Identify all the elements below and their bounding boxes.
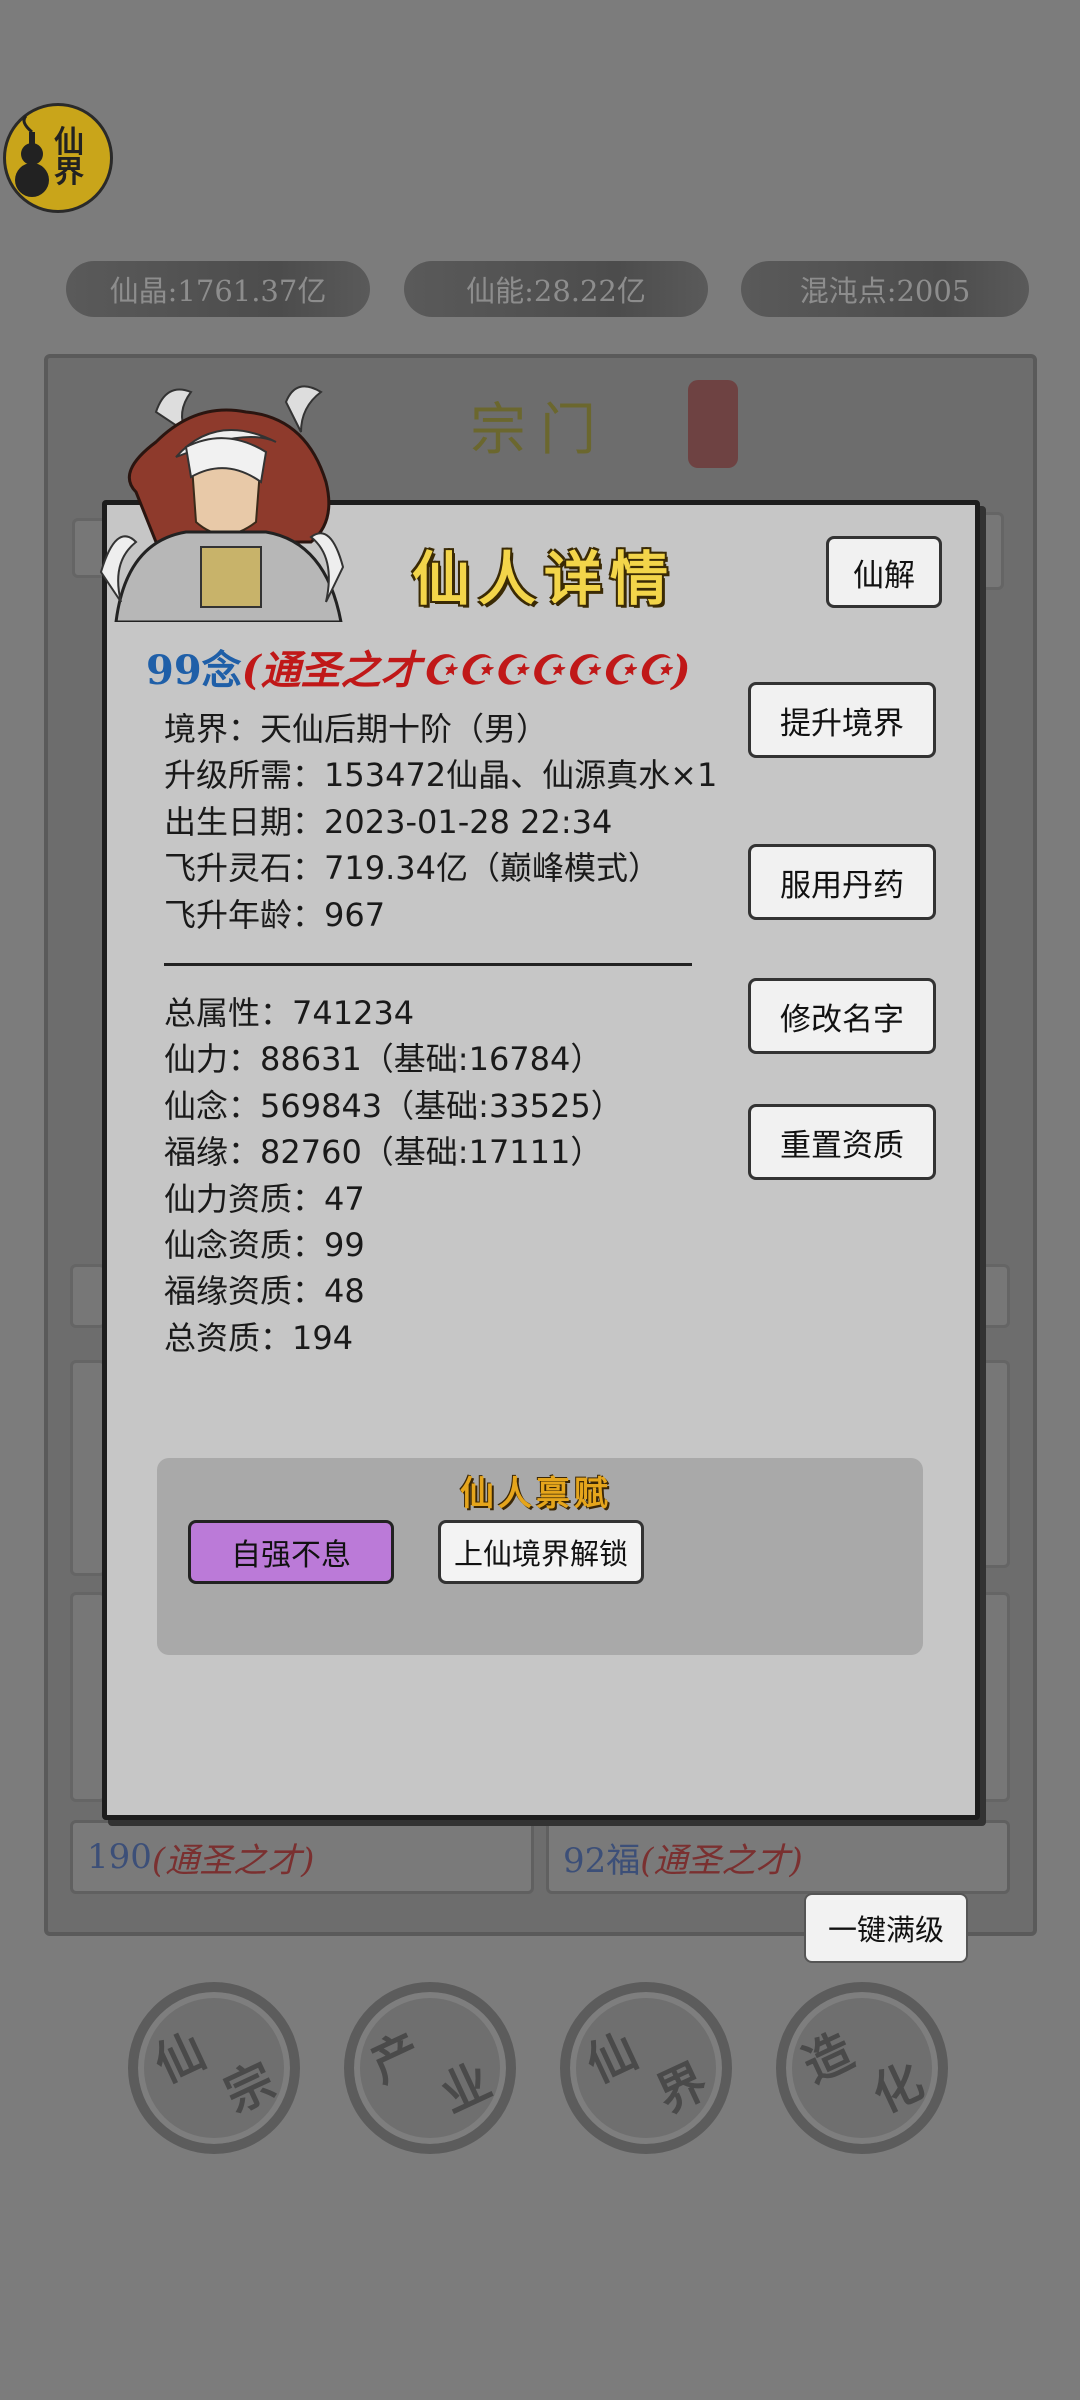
talent-locked-badge[interactable]: 上仙境界解锁 bbox=[438, 1520, 644, 1584]
dismiss-immortal-button[interactable]: 仙解 bbox=[826, 536, 942, 608]
take-pill-button[interactable]: 服用丹药 bbox=[748, 844, 936, 920]
nav-realm-button[interactable]: 仙界 bbox=[560, 1982, 732, 2154]
card-aptitude: (通圣之才) bbox=[151, 1840, 315, 1881]
sect-title: 宗门 bbox=[470, 398, 610, 463]
nav-char: 产 bbox=[362, 2023, 430, 2095]
ascension-age-row: 飞升年龄：967 bbox=[164, 895, 386, 934]
background-card bbox=[70, 1360, 106, 1576]
nav-char: 造 bbox=[794, 2023, 862, 2095]
resource-chaos-points: 混沌点:2005 bbox=[741, 261, 1029, 317]
talent-title: 仙人禀赋 bbox=[460, 1474, 612, 1514]
nav-char: 仙 bbox=[146, 2023, 214, 2095]
nav-sect-button[interactable]: 仙宗 bbox=[128, 1982, 300, 2154]
talent-active-badge[interactable]: 自强不息 bbox=[188, 1520, 394, 1584]
mind-aptitude-row: 仙念资质：99 bbox=[164, 1225, 365, 1264]
power-row: 仙力：88631（基础:16784） bbox=[164, 1040, 603, 1079]
realm-badge-label: 仙界 bbox=[54, 125, 84, 190]
card-number: 92福 bbox=[563, 1840, 641, 1881]
power-aptitude-row: 仙力资质：47 bbox=[164, 1179, 365, 1218]
card-number: 190 bbox=[87, 1837, 152, 1877]
background-card bbox=[70, 1264, 106, 1328]
nav-char: 仙 bbox=[578, 2023, 646, 2095]
divider bbox=[164, 963, 692, 966]
calabash-icon bbox=[15, 114, 49, 197]
immortal-info-list: 境界：天仙后期十阶（男） 升级所需：153472仙晶、仙源真水×1 出生日期：2… bbox=[164, 706, 724, 938]
seal-icon bbox=[688, 380, 738, 468]
nav-char: 业 bbox=[432, 2053, 500, 2125]
total-aptitude-row: 总资质：194 bbox=[164, 1318, 354, 1357]
immortal-card[interactable]: 190 (通圣之才) bbox=[70, 1820, 534, 1894]
upgrade-cost-row: 升级所需：153472仙晶、仙源真水×1 bbox=[164, 756, 718, 795]
resource-immortal-energy: 仙能:28.22亿 bbox=[404, 261, 708, 317]
nav-char: 宗 bbox=[216, 2053, 284, 2125]
immortal-aptitude-label: (通圣之才☪☪☪☪☪☪☪) bbox=[241, 647, 691, 694]
nav-char: 化 bbox=[864, 2053, 932, 2125]
background-card bbox=[70, 1592, 106, 1802]
fortune-aptitude-row: 福缘资质：48 bbox=[164, 1272, 365, 1311]
immortal-name-number: 99念 bbox=[146, 647, 242, 694]
reset-aptitude-button[interactable]: 重置资质 bbox=[748, 1104, 936, 1180]
nav-creation-button[interactable]: 造化 bbox=[776, 1982, 948, 2154]
rename-button[interactable]: 修改名字 bbox=[748, 978, 936, 1054]
nav-industry-button[interactable]: 产业 bbox=[344, 1982, 516, 2154]
nav-char: 界 bbox=[648, 2053, 716, 2125]
total-attribute-row: 总属性：741234 bbox=[164, 994, 415, 1032]
immortal-name-heading: 99念(通圣之才☪☪☪☪☪☪☪) bbox=[146, 638, 691, 696]
birth-date-row: 出生日期：2023-01-28 22:34 bbox=[164, 802, 613, 841]
immortal-attribute-list: 总属性：741234 仙力：88631（基础:16784） 仙念：569843（… bbox=[164, 990, 724, 1361]
mind-row: 仙念：569843（基础:33525） bbox=[164, 1086, 623, 1125]
fortune-row: 福缘：82760（基础:17111） bbox=[164, 1133, 603, 1172]
immortal-card[interactable]: 92福 (通圣之才) bbox=[546, 1820, 1010, 1894]
card-aptitude: (通圣之才) bbox=[640, 1840, 803, 1881]
immortal-portrait bbox=[99, 385, 345, 622]
ascension-stone-row: 飞升灵石：719.34亿（巅峰模式） bbox=[164, 849, 660, 888]
dialog-title: 仙人详情 bbox=[412, 545, 677, 613]
realm-row: 境界：天仙后期十阶（男） bbox=[164, 710, 549, 748]
upgrade-realm-button[interactable]: 提升境界 bbox=[748, 682, 936, 758]
realm-badge[interactable]: 仙界 bbox=[3, 103, 113, 213]
resource-immortal-crystal: 仙晶:1761.37亿 bbox=[66, 261, 370, 317]
one-key-max-level-button[interactable]: 一键满级 bbox=[804, 1893, 968, 1963]
